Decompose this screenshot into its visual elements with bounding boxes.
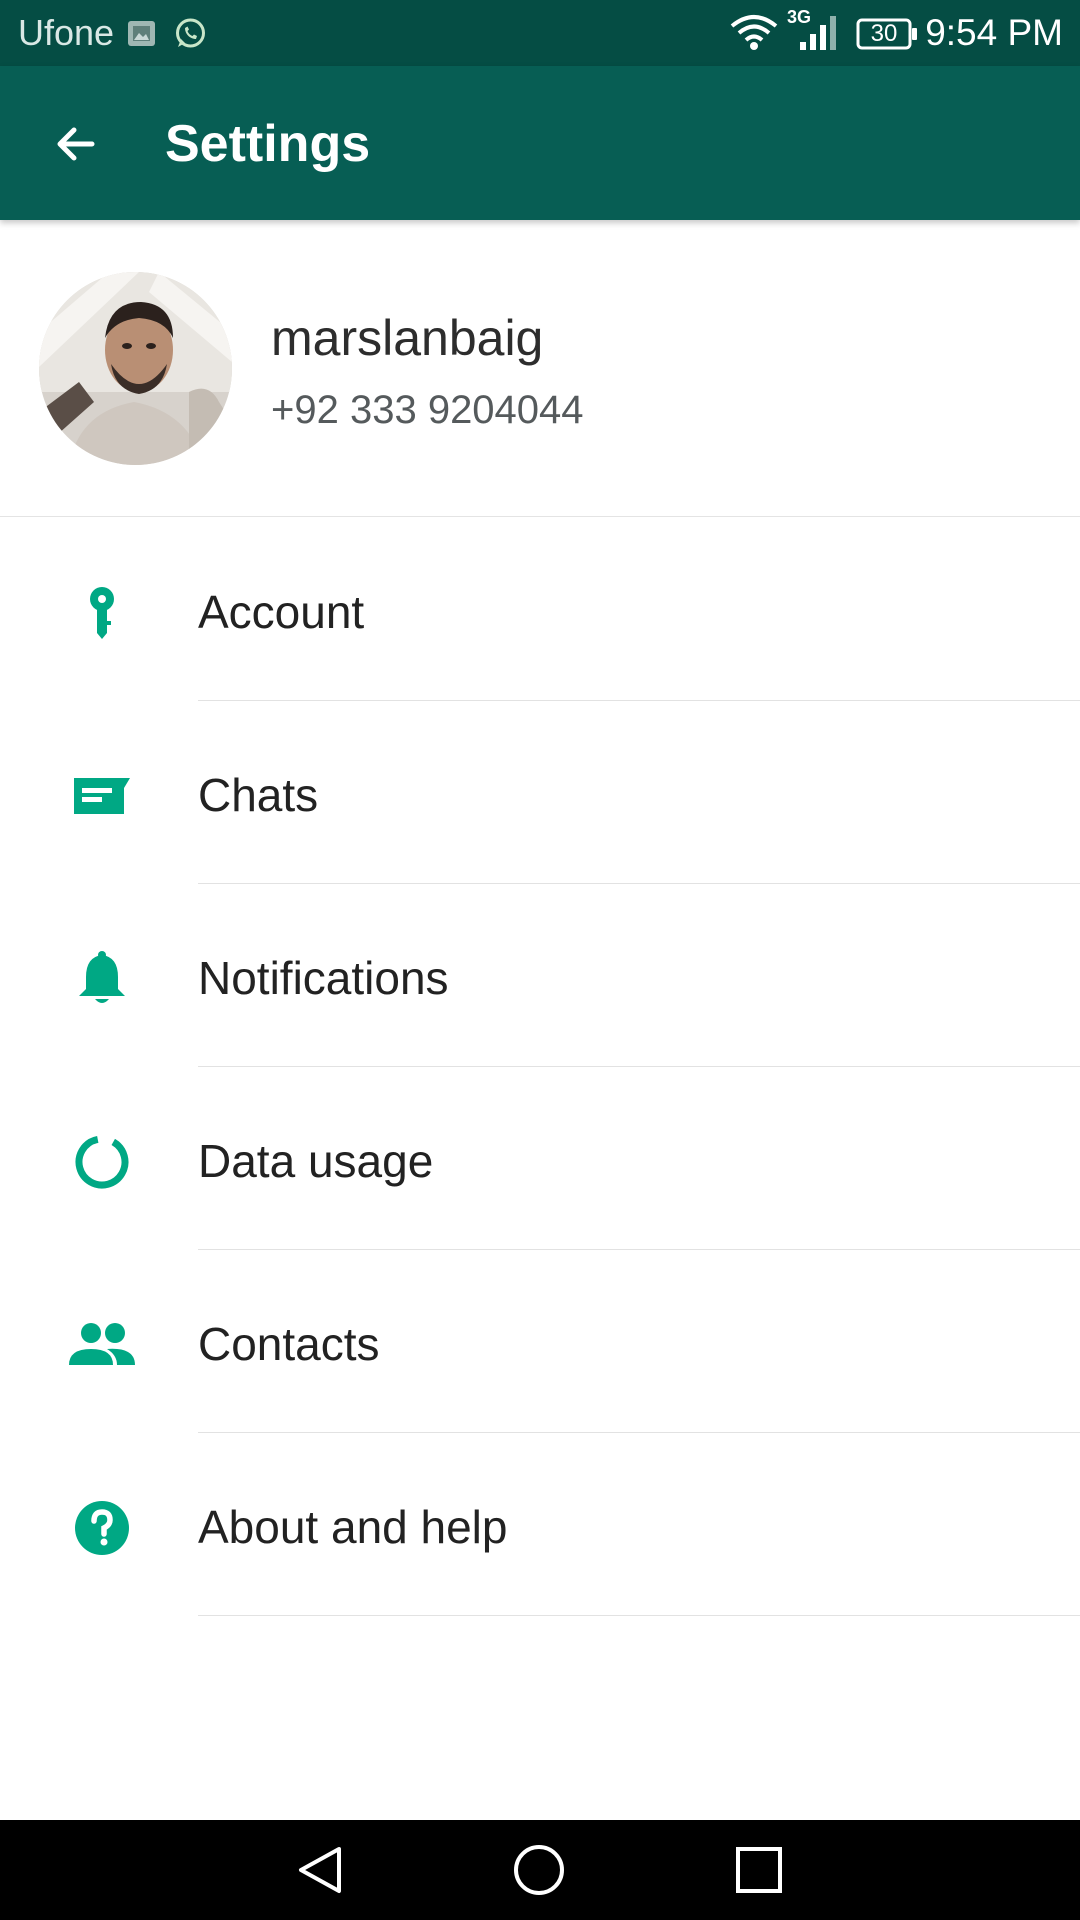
profile-photo [39,272,232,465]
divider [198,1615,1080,1616]
system-nav-bar [0,1820,1080,1920]
data-usage-icon [62,1122,142,1202]
status-time: 9:54 PM [925,12,1063,53]
settings-item-label: Data usage [198,1135,434,1187]
page-title: Settings [165,115,371,173]
profile-phone: +92 333 9204044 [271,388,584,432]
settings-item-data-usage[interactable]: Data usage [0,1067,1080,1250]
settings-item-notifications[interactable]: Notifications [0,884,1080,1067]
settings-item-label: Notifications [198,952,449,1004]
settings-item-label: Contacts [198,1318,380,1370]
settings-item-contacts[interactable]: Contacts [0,1250,1080,1433]
arrow-back-icon [57,127,95,161]
key-icon [62,573,142,653]
battery-level: 30 [870,20,898,47]
signal-icon [800,16,836,50]
whatsapp-icon [176,18,205,48]
contacts-icon [62,1305,142,1385]
profile-row[interactable]: marslanbaig +92 333 9204044 [0,220,1080,517]
settings-screen: Ufone 3G 30 9:54 PM Settings marslanbaig… [0,0,1080,1920]
settings-item-label: About and help [198,1501,508,1553]
settings-item-label: Account [198,586,365,638]
status-bar: Ufone 3G 30 9:54 PM [0,0,1080,66]
avatar[interactable] [39,272,232,465]
settings-item-account[interactable]: Account [0,518,1080,701]
chat-icon [62,756,142,836]
settings-item-chats[interactable]: Chats [0,701,1080,884]
back-button[interactable] [36,104,116,184]
settings-list: Account Chats Notifications Data usage C… [0,518,1080,1616]
settings-item-about-help[interactable]: About and help [0,1433,1080,1616]
wifi-icon [730,15,778,50]
settings-item-label: Chats [198,769,319,821]
back-nav-icon[interactable] [290,1840,350,1900]
app-bar: Settings [0,66,1080,220]
gallery-icon [128,21,155,46]
recents-nav-icon[interactable] [729,1840,789,1900]
bell-icon [62,939,142,1019]
carrier-name: Ufone [18,12,115,53]
home-nav-icon[interactable] [509,1840,569,1900]
profile-name: marslanbaig [271,310,544,366]
help-icon [62,1488,142,1568]
